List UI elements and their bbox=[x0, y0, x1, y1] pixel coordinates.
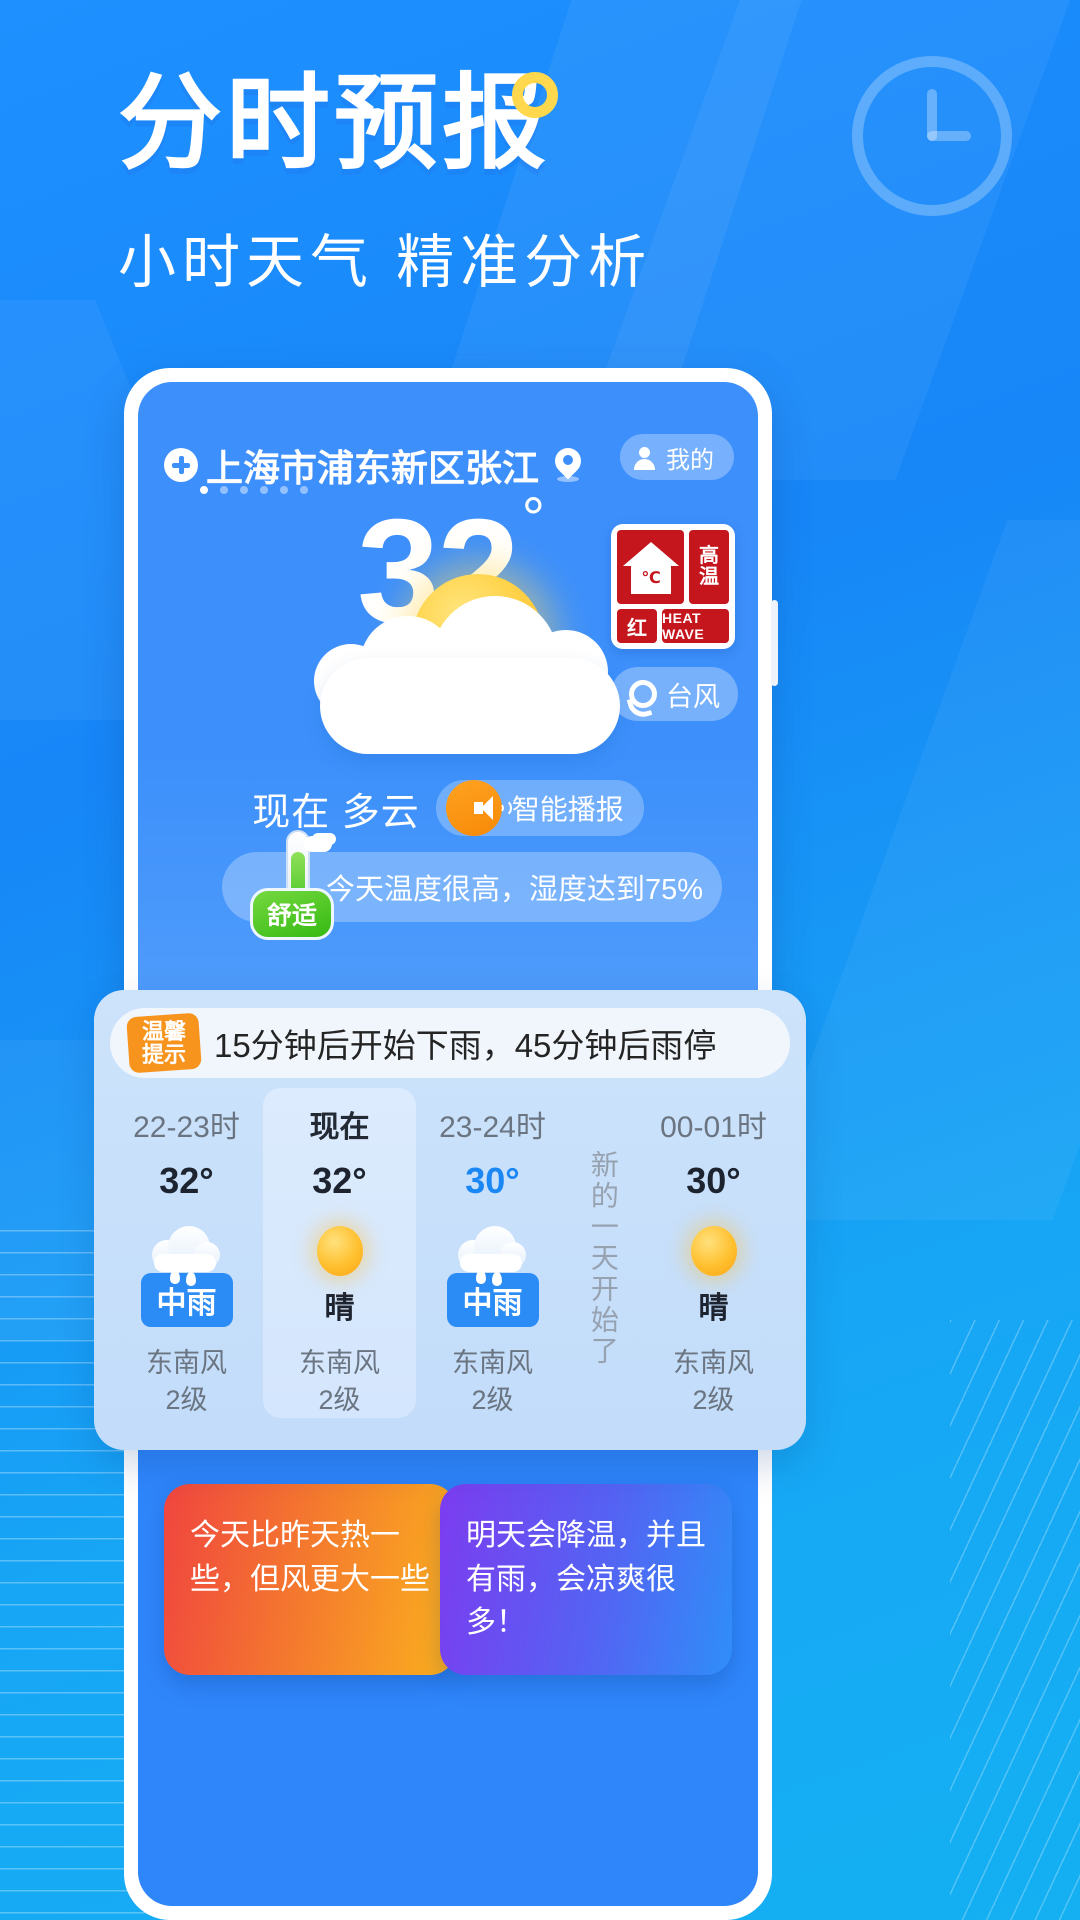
hour-wind: 东南风 2级 bbox=[299, 1345, 380, 1418]
rain-tip-bar[interactable]: 温馨 提示 15分钟后开始下雨，45分钟后雨停 bbox=[110, 1008, 790, 1078]
hour-wind-level: 2级 bbox=[471, 1384, 514, 1415]
hour-temp: 30° bbox=[465, 1160, 520, 1201]
alert-badges: ℃ 高温 红 HEAT WAVE 台风 bbox=[611, 524, 738, 721]
hour-wind-direction: 东南风 bbox=[673, 1348, 754, 1379]
hour-temp: 32° bbox=[312, 1160, 367, 1201]
hero-accent-dot-icon bbox=[512, 72, 558, 118]
location-row[interactable]: 上海市浦东新区张江 bbox=[164, 438, 587, 492]
cloud-base bbox=[320, 658, 620, 754]
tip-cards: 今天比昨天热一些，但风更大一些 明天会降温，并且有雨，会凉爽很多！ bbox=[138, 1484, 758, 1675]
map-pin-icon[interactable] bbox=[549, 442, 587, 482]
typhoon-label: 台风 bbox=[666, 681, 720, 712]
phone-mockup-upper: 上海市浦东新区张江 我的 32° 现在 多云 智能播报 今天温度很高，湿度达到7… bbox=[124, 368, 778, 1008]
hour-time: 现在 bbox=[309, 1111, 370, 1144]
tip-card-today[interactable]: 今天比昨天热一些，但风更大一些 bbox=[164, 1484, 456, 1675]
hour-column[interactable]: 23-24时 30° 中雨 东南风 2级 bbox=[416, 1088, 569, 1418]
heat-wave-english: HEAT WAVE bbox=[662, 609, 729, 643]
clock-minute-hand bbox=[927, 131, 971, 141]
hour-column[interactable]: 00-01时 30° 晴 东南风 2级 bbox=[637, 1088, 790, 1418]
page-dot-4[interactable] bbox=[260, 486, 268, 494]
phone-mockup-lower: 今天比昨天热一些，但风更大一些 明天会降温，并且有雨，会凉爽很多！ bbox=[124, 1440, 772, 1920]
speaker-icon bbox=[445, 780, 512, 836]
plus-circle-icon[interactable] bbox=[164, 448, 198, 482]
hour-wind: 东南风 2级 bbox=[452, 1345, 533, 1418]
hour-time: 00-01时 bbox=[660, 1111, 767, 1144]
page-dot-3[interactable] bbox=[240, 486, 248, 494]
hour-wind-direction: 东南风 bbox=[452, 1348, 533, 1379]
voice-broadcast-label: 智能播报 bbox=[511, 794, 624, 825]
house-thermometer-icon: ℃ bbox=[617, 530, 684, 604]
hour-wind: 东南风 2级 bbox=[146, 1345, 227, 1418]
hour-wind-level: 2级 bbox=[692, 1384, 735, 1415]
phone-side-button bbox=[771, 600, 778, 686]
typhoon-icon bbox=[629, 680, 657, 708]
sun-icon bbox=[295, 1218, 385, 1276]
hour-column-current[interactable]: 现在 32° 晴 东南风 2级 bbox=[263, 1088, 416, 1418]
phone-screen-lower: 今天比昨天热一些，但风更大一些 明天会降温，并且有雨，会凉爽很多！ bbox=[138, 1440, 758, 1906]
tip-tag-line2: 提示 bbox=[141, 1042, 186, 1067]
heat-wave-warning-badge[interactable]: ℃ 高温 红 HEAT WAVE bbox=[611, 524, 735, 649]
comfort-badge: 舒适 bbox=[250, 888, 335, 940]
hero-subtitle: 小时天气 精准分析 bbox=[118, 230, 653, 295]
typhoon-button[interactable]: 台风 bbox=[611, 667, 738, 721]
hour-wind: 东南风 2级 bbox=[673, 1345, 754, 1418]
page-indicator-dots[interactable] bbox=[200, 486, 308, 494]
hour-condition: 晴 bbox=[698, 1292, 729, 1326]
degree-symbol: ° bbox=[521, 485, 545, 551]
mine-button-label: 我的 bbox=[666, 446, 714, 474]
tip-card-tomorrow[interactable]: 明天会降温，并且有雨，会凉爽很多！ bbox=[440, 1484, 732, 1675]
tip-tag-icon: 温馨 提示 bbox=[126, 1012, 202, 1074]
hour-temp: 30° bbox=[686, 1160, 741, 1201]
sun-behind-cloud-icon bbox=[306, 574, 636, 764]
hour-wind-direction: 东南风 bbox=[299, 1348, 380, 1379]
heat-wave-level: 红 bbox=[617, 609, 657, 643]
bg-stripes-right bbox=[950, 1320, 1080, 1920]
clock-icon bbox=[852, 56, 1012, 216]
hour-wind-level: 2级 bbox=[318, 1384, 361, 1415]
sun-icon bbox=[669, 1218, 759, 1276]
hour-time: 23-24时 bbox=[439, 1111, 546, 1144]
now-condition-label: 现在 多云 bbox=[252, 791, 420, 834]
celsius-symbol: ℃ bbox=[641, 570, 660, 587]
hour-column[interactable]: 22-23时 32° 中雨 东南风 2级 bbox=[110, 1088, 263, 1418]
tip-tag-line1: 温馨 bbox=[141, 1018, 186, 1044]
voice-broadcast-button[interactable]: 智能播报 bbox=[435, 780, 644, 836]
page-dot-1[interactable] bbox=[200, 486, 208, 494]
hourly-forecast-panel: 温馨 提示 15分钟后开始下雨，45分钟后雨停 22-23时 32° 中雨 东南… bbox=[94, 990, 806, 1450]
hour-wind-direction: 东南风 bbox=[146, 1348, 227, 1379]
hour-temp: 32° bbox=[159, 1160, 214, 1201]
hour-time: 22-23时 bbox=[133, 1111, 240, 1144]
rain-cloud-icon bbox=[142, 1218, 232, 1286]
page-dot-5[interactable] bbox=[280, 486, 288, 494]
comfort-text: 今天温度很高，湿度达到75% bbox=[326, 874, 704, 906]
hero-banner: 分时预报 小时天气 精准分析 bbox=[0, 0, 1080, 340]
page-dot-2[interactable] bbox=[220, 486, 228, 494]
hour-condition: 晴 bbox=[324, 1292, 355, 1326]
hour-wind-level: 2级 bbox=[165, 1384, 208, 1415]
phone-screen: 上海市浦东新区张江 我的 32° 现在 多云 智能播报 今天温度很高，湿度达到7… bbox=[138, 382, 758, 1008]
location-name: 上海市浦东新区张江 bbox=[206, 448, 539, 489]
rain-tip-text: 15分钟后开始下雨，45分钟后雨停 bbox=[214, 1027, 717, 1064]
page-dot-6[interactable] bbox=[300, 486, 308, 494]
hero-title: 分时预报 bbox=[118, 66, 551, 182]
heat-wave-title: 高温 bbox=[689, 530, 729, 604]
user-icon bbox=[632, 445, 657, 470]
rain-cloud-icon bbox=[448, 1218, 538, 1286]
new-day-divider: 新的一天开始了 bbox=[569, 1088, 637, 1418]
new-day-text: 新的一天开始了 bbox=[587, 1149, 619, 1367]
comfort-bar[interactable]: 今天温度很高，湿度达到75% 舒适 bbox=[222, 830, 722, 940]
hourly-columns: 22-23时 32° 中雨 东南风 2级 现在 32° 晴 东南风 2级 23-… bbox=[110, 1088, 790, 1418]
mine-button[interactable]: 我的 bbox=[620, 434, 734, 480]
now-condition-row: 现在 多云 智能播报 bbox=[138, 780, 758, 836]
